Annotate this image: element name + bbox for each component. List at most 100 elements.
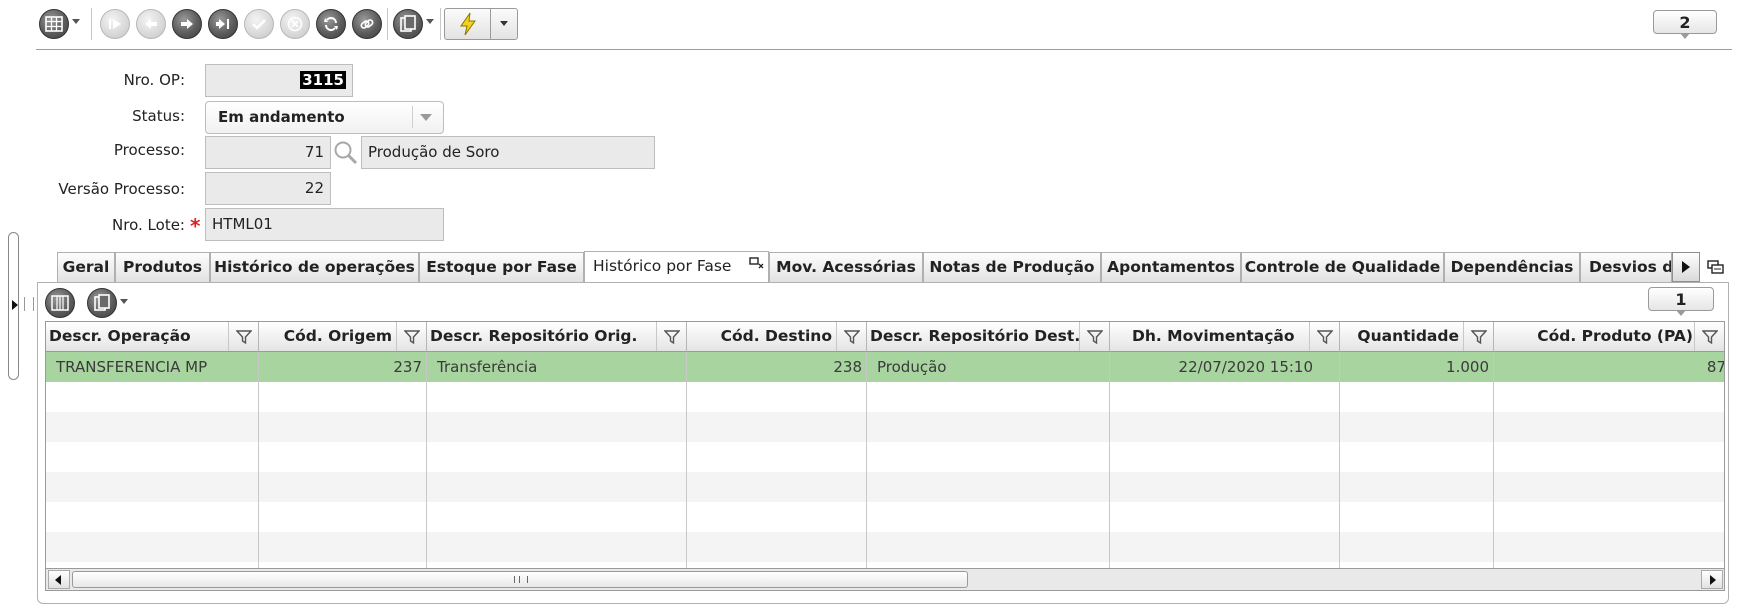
column-header-cod-destino[interactable]: Cód. Destino: [687, 322, 867, 352]
chevron-right-icon: [1682, 261, 1690, 273]
column-header-descr-repositorio-dest[interactable]: Descr. Repositório Dest.: [867, 322, 1110, 352]
page-number-badge[interactable]: 2: [1653, 10, 1717, 39]
nro-op-field[interactable]: 3115: [205, 64, 353, 97]
horizontal-scrollbar[interactable]: [45, 569, 1725, 591]
undock-tab-icon[interactable]: [749, 257, 765, 269]
empty-cell: [46, 472, 259, 502]
empty-cell: [687, 412, 867, 442]
empty-row: [46, 442, 1724, 472]
scroll-left-button[interactable]: [48, 570, 70, 589]
processo-code-field[interactable]: 71: [205, 136, 331, 169]
column-header-label: Quantidade: [1357, 327, 1459, 345]
column-header-dh-movimentacao[interactable]: Dh. Movimentação: [1110, 322, 1340, 352]
next-record-icon: [181, 19, 193, 29]
tab-mov-acessorias[interactable]: Mov. Acessórias: [769, 252, 923, 282]
last-record-button[interactable]: [208, 9, 238, 39]
empty-cell: [1110, 472, 1340, 502]
tab-notas-de-producao[interactable]: Notas de Produção: [923, 252, 1101, 282]
lightning-icon[interactable]: [458, 12, 478, 36]
cancel-icon: [287, 16, 303, 32]
tabs-scroll-right-button[interactable]: [1672, 252, 1700, 282]
refresh-button[interactable]: [316, 9, 346, 39]
processo-description-field: Produção de Soro: [361, 136, 655, 169]
grid-menu-icon: [45, 16, 63, 32]
table-cell: TRANSFERENCIA MP: [46, 352, 259, 382]
last-record-icon: [216, 19, 229, 29]
previous-record-button[interactable]: [136, 9, 166, 39]
filter-icon[interactable]: [836, 322, 866, 351]
filter-icon[interactable]: [1309, 322, 1339, 351]
empty-row: [46, 562, 1724, 568]
toolbar-separator: [36, 49, 1732, 50]
table-cell: 1.000: [1340, 352, 1494, 382]
column-header-descr-repositorio-orig[interactable]: Descr. Repositório Orig.: [427, 322, 687, 352]
tab-produtos[interactable]: Produtos: [115, 252, 210, 282]
status-select[interactable]: Em andamento: [205, 101, 444, 134]
versao-processo-field[interactable]: 22: [205, 172, 331, 205]
filter-icon[interactable]: [656, 322, 686, 351]
column-header-label: Cód. Origem: [283, 327, 392, 345]
filter-icon[interactable]: [228, 322, 258, 351]
confirm-button[interactable]: [244, 9, 274, 39]
filter-icon[interactable]: [1694, 322, 1724, 351]
grid-page-number-badge[interactable]: 1: [1648, 287, 1714, 316]
empty-cell: [46, 442, 259, 472]
empty-cell: [46, 532, 259, 562]
copy-icon: [400, 15, 416, 32]
copy-icon: [94, 294, 110, 311]
chevron-down-icon[interactable]: [120, 299, 128, 304]
next-record-button[interactable]: [172, 9, 202, 39]
grid-menu-button[interactable]: [39, 9, 69, 39]
copy-button[interactable]: [393, 9, 423, 39]
tab-historico-por-fase[interactable]: Histórico por Fase: [584, 251, 769, 283]
column-header-descr-operacao[interactable]: Descr. Operação: [46, 322, 259, 352]
column-header-cod-origem[interactable]: Cód. Origem: [259, 322, 427, 352]
tab-estoque-por-fase[interactable]: Estoque por Fase: [419, 252, 584, 282]
scroll-right-button[interactable]: [1701, 570, 1723, 589]
tab-dependencias[interactable]: Dependências: [1444, 252, 1580, 282]
expand-sidebar-icon[interactable]: [12, 300, 18, 310]
empty-cell: [867, 562, 1110, 568]
cancel-button[interactable]: [280, 9, 310, 39]
scrollbar-thumb[interactable]: [72, 571, 968, 588]
filter-icon[interactable]: [396, 322, 426, 351]
tab-geral[interactable]: Geral: [57, 252, 115, 282]
tab-list-icon[interactable]: [1707, 259, 1725, 275]
grid-config-icon: [51, 295, 69, 311]
refresh-icon: [324, 17, 338, 31]
splitter-grip-icon[interactable]: [24, 297, 34, 311]
empty-cell: [867, 472, 1110, 502]
empty-cell: [1494, 412, 1724, 442]
empty-cell: [1494, 502, 1724, 532]
chevron-down-icon[interactable]: [72, 19, 80, 24]
empty-cell: [427, 502, 687, 532]
nro-lote-field[interactable]: HTML01: [205, 208, 444, 241]
dropdown-icon[interactable]: [500, 21, 508, 26]
toolbar-divider: [387, 8, 388, 40]
empty-cell: [1110, 532, 1340, 562]
table-cell: 22/07/2020 15:10: [1110, 352, 1340, 382]
link-button[interactable]: [352, 9, 382, 39]
empty-cell: [46, 502, 259, 532]
column-header-quantidade[interactable]: Quantidade: [1340, 322, 1494, 352]
filter-icon[interactable]: [1079, 322, 1109, 351]
tab-apontamentos[interactable]: Apontamentos: [1101, 252, 1241, 282]
chevron-down-icon[interactable]: [420, 114, 432, 121]
first-record-button[interactable]: [100, 9, 130, 39]
filter-icon[interactable]: [1463, 322, 1493, 351]
empty-cell: [1340, 442, 1494, 472]
grid-config-button[interactable]: [45, 288, 75, 318]
empty-cell: [1494, 472, 1724, 502]
tab-historico-operacoes[interactable]: Histórico de operações: [210, 252, 419, 282]
table-row[interactable]: TRANSFERENCIA MP 237 Transferência 238 P…: [46, 352, 1724, 382]
column-header-cod-produto-pa[interactable]: Cód. Produto (PA): [1494, 322, 1724, 352]
empty-cell: [259, 472, 427, 502]
tab-desvios[interactable]: Desvios d: [1580, 252, 1672, 282]
search-icon[interactable]: [333, 140, 359, 166]
empty-row: [46, 382, 1724, 412]
tab-controle-de-qualidade[interactable]: Controle de Qualidade: [1241, 252, 1444, 282]
grid-copy-button[interactable]: [87, 288, 117, 318]
empty-row: [46, 472, 1724, 502]
empty-cell: [1340, 382, 1494, 412]
chevron-down-icon[interactable]: [426, 19, 434, 24]
